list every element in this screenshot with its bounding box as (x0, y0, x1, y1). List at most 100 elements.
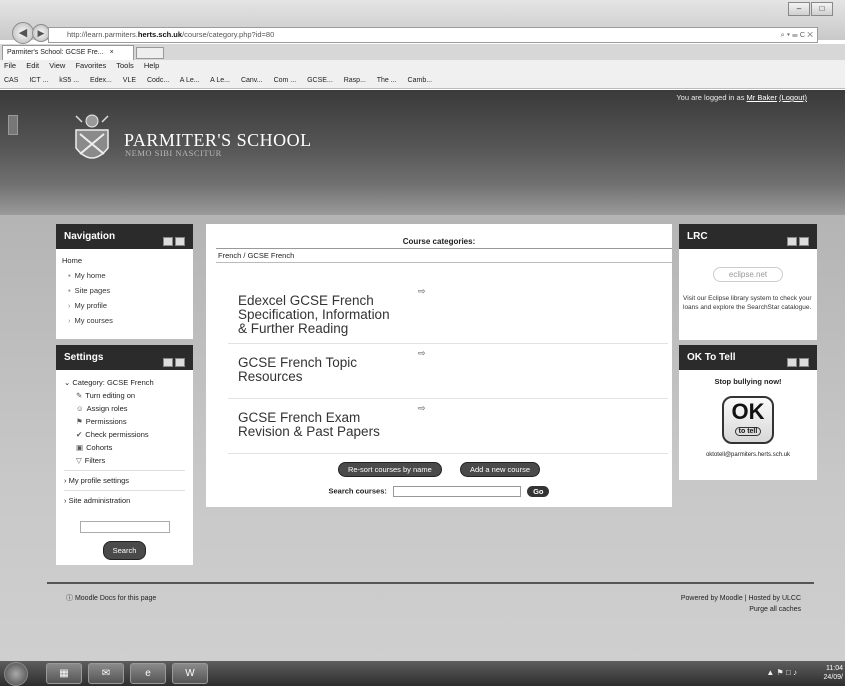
course-row: GCSE French Topic Resources ⇨ (228, 346, 668, 399)
settings-item-check-permissions[interactable]: ✔ Check permissions (64, 428, 185, 441)
outlook-taskbar-icon[interactable]: ✉ (88, 663, 124, 684)
nav-item-label: My profile (74, 301, 108, 310)
system-tray[interactable]: ▲ ⚑ □ ♪ (766, 668, 797, 677)
purge-caches-link[interactable]: Purge all caches (681, 604, 801, 615)
address-bar[interactable]: http://learn.parmiters.herts.sch.uk/cour… (48, 27, 818, 43)
favorite-item[interactable]: kS5 ... (59, 77, 79, 84)
school-motto: NEMO SIBI NASCITUR (125, 148, 222, 158)
address-controls[interactable]: ⌕ ▾ ☰ C ✕ (781, 28, 813, 42)
block-controls[interactable] (785, 231, 809, 256)
settings-search-input[interactable] (79, 521, 170, 533)
favorite-item[interactable]: ICT ... (29, 77, 48, 84)
favorite-item[interactable]: CAS (4, 77, 18, 84)
dock-handle[interactable] (8, 115, 18, 135)
course-info-icon[interactable]: ⇨ (418, 286, 426, 297)
block-controls[interactable] (161, 231, 185, 256)
course-link[interactable]: GCSE French Topic Resources (238, 356, 398, 384)
collapse-icon[interactable] (787, 358, 797, 367)
ulcc-link[interactable]: ULCC (782, 595, 801, 602)
favorite-item[interactable]: A Le... (180, 77, 200, 84)
tab-active[interactable]: Parmiter's School: GCSE Fre... × (2, 45, 134, 60)
dock-icon[interactable] (175, 237, 185, 246)
settings-item-filters[interactable]: ▽ Filters (64, 454, 185, 467)
ok-to-tell-email[interactable]: oktotell@parmiters.herts.sch.uk (679, 452, 817, 458)
menu-tools[interactable]: Tools (116, 61, 134, 70)
nav-item-site-pages[interactable]: ▪ Site pages (62, 283, 187, 298)
ok-to-tell-logo[interactable]: OK to tell (722, 396, 774, 444)
ok-logo-text: OK (731, 399, 765, 424)
settings-my-profile[interactable]: › My profile settings (64, 474, 185, 487)
menu-favorites[interactable]: Favorites (75, 61, 106, 70)
course-info-icon[interactable]: ⇨ (418, 348, 426, 359)
settings-item-label: Permissions (85, 417, 127, 426)
nav-item-my-profile[interactable]: › My profile (62, 298, 187, 313)
docs-link[interactable]: Moodle Docs for this page (75, 595, 156, 602)
favorite-item[interactable]: Codc... (147, 77, 169, 84)
nav-item-label: Site pages (74, 286, 111, 295)
dock-icon[interactable] (799, 237, 809, 246)
minimize-button[interactable]: – (788, 2, 810, 16)
clock-time: 11:04 (826, 665, 843, 672)
favorite-item[interactable]: Edex... (90, 77, 112, 84)
explorer-taskbar-icon[interactable]: ▦ (46, 663, 82, 684)
user-link[interactable]: Mr Baker (747, 93, 777, 102)
favorite-item[interactable]: Rasp... (344, 77, 366, 84)
maximize-button[interactable]: □ (811, 2, 833, 16)
start-button[interactable] (4, 662, 28, 686)
nav-item-my-home[interactable]: ▪ My home (62, 268, 187, 283)
menu-edit[interactable]: Edit (26, 61, 39, 70)
course-info-icon[interactable]: ⇨ (418, 403, 426, 414)
block-title: OK To Tell (687, 352, 736, 363)
settings-item-label: Filters (84, 456, 106, 465)
new-tab-button[interactable] (136, 47, 164, 59)
check-icon: ✔ (76, 430, 83, 439)
tab-close-icon[interactable]: × (110, 49, 114, 56)
menu-view[interactable]: View (49, 61, 65, 70)
favorite-item[interactable]: A Le... (210, 77, 230, 84)
settings-category[interactable]: ⌄ Category: GCSE French (64, 376, 185, 389)
course-link[interactable]: GCSE French Exam Revision & Past Papers (238, 411, 398, 439)
divider (64, 470, 185, 471)
dock-icon[interactable] (175, 358, 185, 367)
go-button[interactable]: Go (527, 486, 550, 497)
settings-item-assign-roles[interactable]: ☺ Assign roles (64, 402, 185, 415)
block-controls[interactable] (785, 352, 809, 377)
menu-help[interactable]: Help (144, 61, 159, 70)
course-link[interactable]: Edexcel GCSE French Specification, Infor… (238, 294, 398, 336)
nav-item-my-courses[interactable]: › My courses (62, 313, 187, 328)
settings-item-cohorts[interactable]: ▣ Cohorts (64, 441, 185, 454)
settings-item-editing[interactable]: ✎ Turn editing on (64, 389, 185, 402)
chevron-right-icon: › (68, 316, 71, 325)
collapse-icon[interactable] (787, 237, 797, 246)
moodle-link[interactable]: Moodle (720, 595, 743, 602)
dock-icon[interactable] (799, 358, 809, 367)
back-button[interactable]: ◀ (12, 22, 34, 44)
footer-docs[interactable]: ⓘ Moodle Docs for this page (66, 593, 156, 603)
add-course-button[interactable]: Add a new course (459, 462, 541, 477)
favorite-item[interactable]: Com ... (274, 77, 297, 84)
collapse-icon[interactable] (163, 237, 173, 246)
favorite-item[interactable]: The ... (377, 77, 397, 84)
settings-search-button[interactable]: Search (102, 541, 147, 560)
favorite-item[interactable]: Camb... (408, 77, 433, 84)
tab-title: Parmiter's School: GCSE Fre... (7, 49, 104, 56)
chevron-right-icon: › (68, 301, 71, 310)
collapse-icon[interactable] (163, 358, 173, 367)
block-controls[interactable] (161, 352, 185, 377)
resort-courses-button[interactable]: Re-sort courses by name (337, 462, 442, 477)
breadcrumb[interactable]: French / GCSE French (216, 248, 672, 263)
course-search-input[interactable] (392, 486, 521, 497)
logout-link[interactable]: (Logout) (779, 93, 807, 102)
word-taskbar-icon[interactable]: W (172, 663, 208, 684)
clock[interactable]: 11:04 24/09/ (824, 664, 843, 682)
lrc-block: LRC eclipse.net Visit our Eclipse librar… (679, 224, 817, 340)
internet-explorer-taskbar-icon[interactable]: e (130, 663, 166, 684)
settings-site-admin[interactable]: › Site administration (64, 494, 185, 507)
eclipse-logo[interactable]: eclipse.net (713, 267, 783, 282)
favorite-item[interactable]: GCSE... (307, 77, 333, 84)
menu-file[interactable]: File (4, 61, 16, 70)
favorite-item[interactable]: VLE (123, 77, 136, 84)
block-title: LRC (687, 231, 708, 242)
settings-item-permissions[interactable]: ⚑ Permissions (64, 415, 185, 428)
favorite-item[interactable]: Canv... (241, 77, 263, 84)
